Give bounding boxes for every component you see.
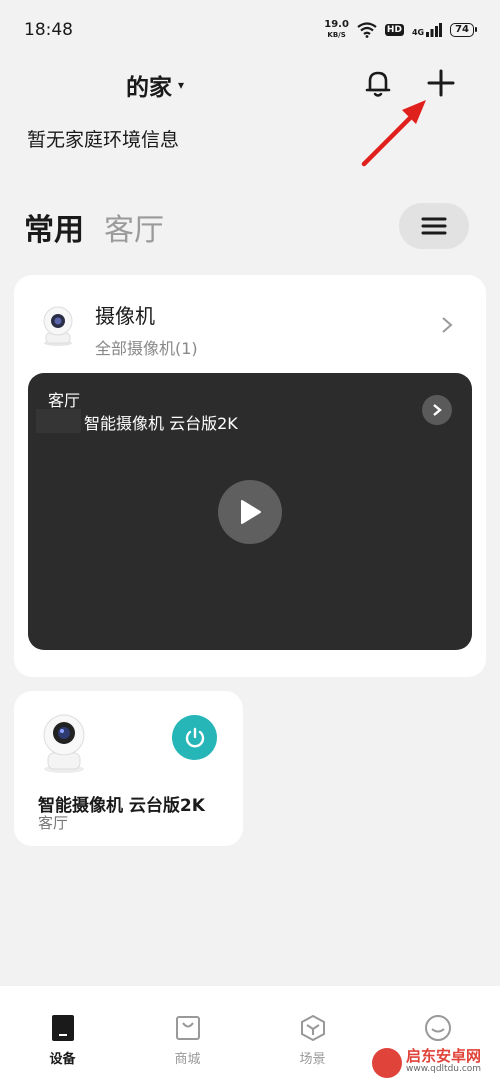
redaction-mask: [36, 409, 81, 433]
bell-icon[interactable]: [364, 68, 392, 98]
preview-room-label: 客厅: [48, 391, 81, 410]
tab-living-room[interactable]: 客厅: [104, 205, 164, 249]
preview-device-name: 智能摄像机 云台版2K: [84, 414, 238, 433]
tab-common[interactable]: 常用: [24, 205, 84, 249]
signal-icon: 4G: [411, 23, 443, 37]
shop-bag-icon: [175, 1016, 200, 1040]
environment-info: 暂无家庭环境信息: [27, 129, 180, 151]
play-icon: [241, 500, 261, 524]
add-device-icon[interactable]: [426, 68, 456, 98]
camera-group-title: 摄像机: [95, 304, 155, 328]
home-title: 的家: [126, 75, 172, 101]
hd-badge: HD: [384, 24, 404, 36]
room-tabs: 常用 客厅: [24, 205, 164, 249]
status-bar: 18:48 19.0 KB/S HD 4G 74: [0, 0, 500, 60]
chevron-right-icon: [433, 404, 442, 416]
net-speed-value: 19.0: [324, 19, 349, 30]
net-speed-unit: KB/S: [327, 31, 346, 39]
camera-preview[interactable]: 客厅 智能摄像机 云台版2K: [28, 373, 472, 650]
network-speed: 19.0 KB/S: [324, 20, 349, 40]
watermark: 启东安卓网 www.qdltdu.com: [372, 1048, 481, 1078]
hamburger-icon: [421, 217, 447, 235]
device-icon: [51, 1015, 74, 1041]
chevron-right-icon[interactable]: [440, 315, 454, 335]
camera-device-icon: [43, 714, 85, 773]
watermark-title: 启东安卓网: [406, 1047, 482, 1065]
signal-label: 4G: [411, 28, 425, 37]
profile-icon: [424, 1015, 451, 1041]
status-icons: 19.0 KB/S HD 4G 74: [324, 20, 477, 40]
battery-indicator: 74: [450, 23, 477, 37]
play-button[interactable]: [218, 480, 282, 544]
watermark-text: 启东安卓网 www.qdltdu.com: [406, 1047, 482, 1076]
device-room: 客厅: [38, 814, 69, 832]
signal-bars-icon: [426, 23, 443, 37]
home-selector[interactable]: 的家 ▾: [126, 68, 184, 102]
nav-item-devices[interactable]: 设备: [0, 986, 125, 1084]
nav-item-scenes[interactable]: 场景: [250, 986, 375, 1084]
annotation-arrow-icon: [361, 100, 426, 167]
camera-thumbnail-icon: [43, 306, 73, 346]
scene-cube-icon: [300, 1014, 325, 1042]
menu-button[interactable]: [399, 203, 469, 249]
device-card[interactable]: 智能摄像机 云台版2K 客厅: [14, 691, 243, 846]
wifi-icon: [357, 22, 377, 38]
nav-item-shop[interactable]: 商城: [125, 986, 250, 1084]
camera-group-card[interactable]: 摄像机 全部摄像机(1) 客厅 智能摄像机 云台版2K: [14, 275, 486, 677]
caret-down-icon: ▾: [178, 78, 185, 92]
preview-open-button[interactable]: [422, 395, 452, 425]
power-button[interactable]: [172, 715, 217, 760]
status-time: 18:48: [24, 20, 73, 40]
camera-group-subtitle: 全部摄像机(1): [95, 339, 198, 358]
watermark-logo-icon: [372, 1048, 402, 1078]
nav-label: 场景: [299, 1052, 326, 1067]
nav-label: 设备: [49, 1052, 76, 1067]
power-icon: [185, 727, 204, 747]
nav-label: 商城: [174, 1052, 201, 1067]
watermark-url: www.qdltdu.com: [406, 1064, 482, 1074]
